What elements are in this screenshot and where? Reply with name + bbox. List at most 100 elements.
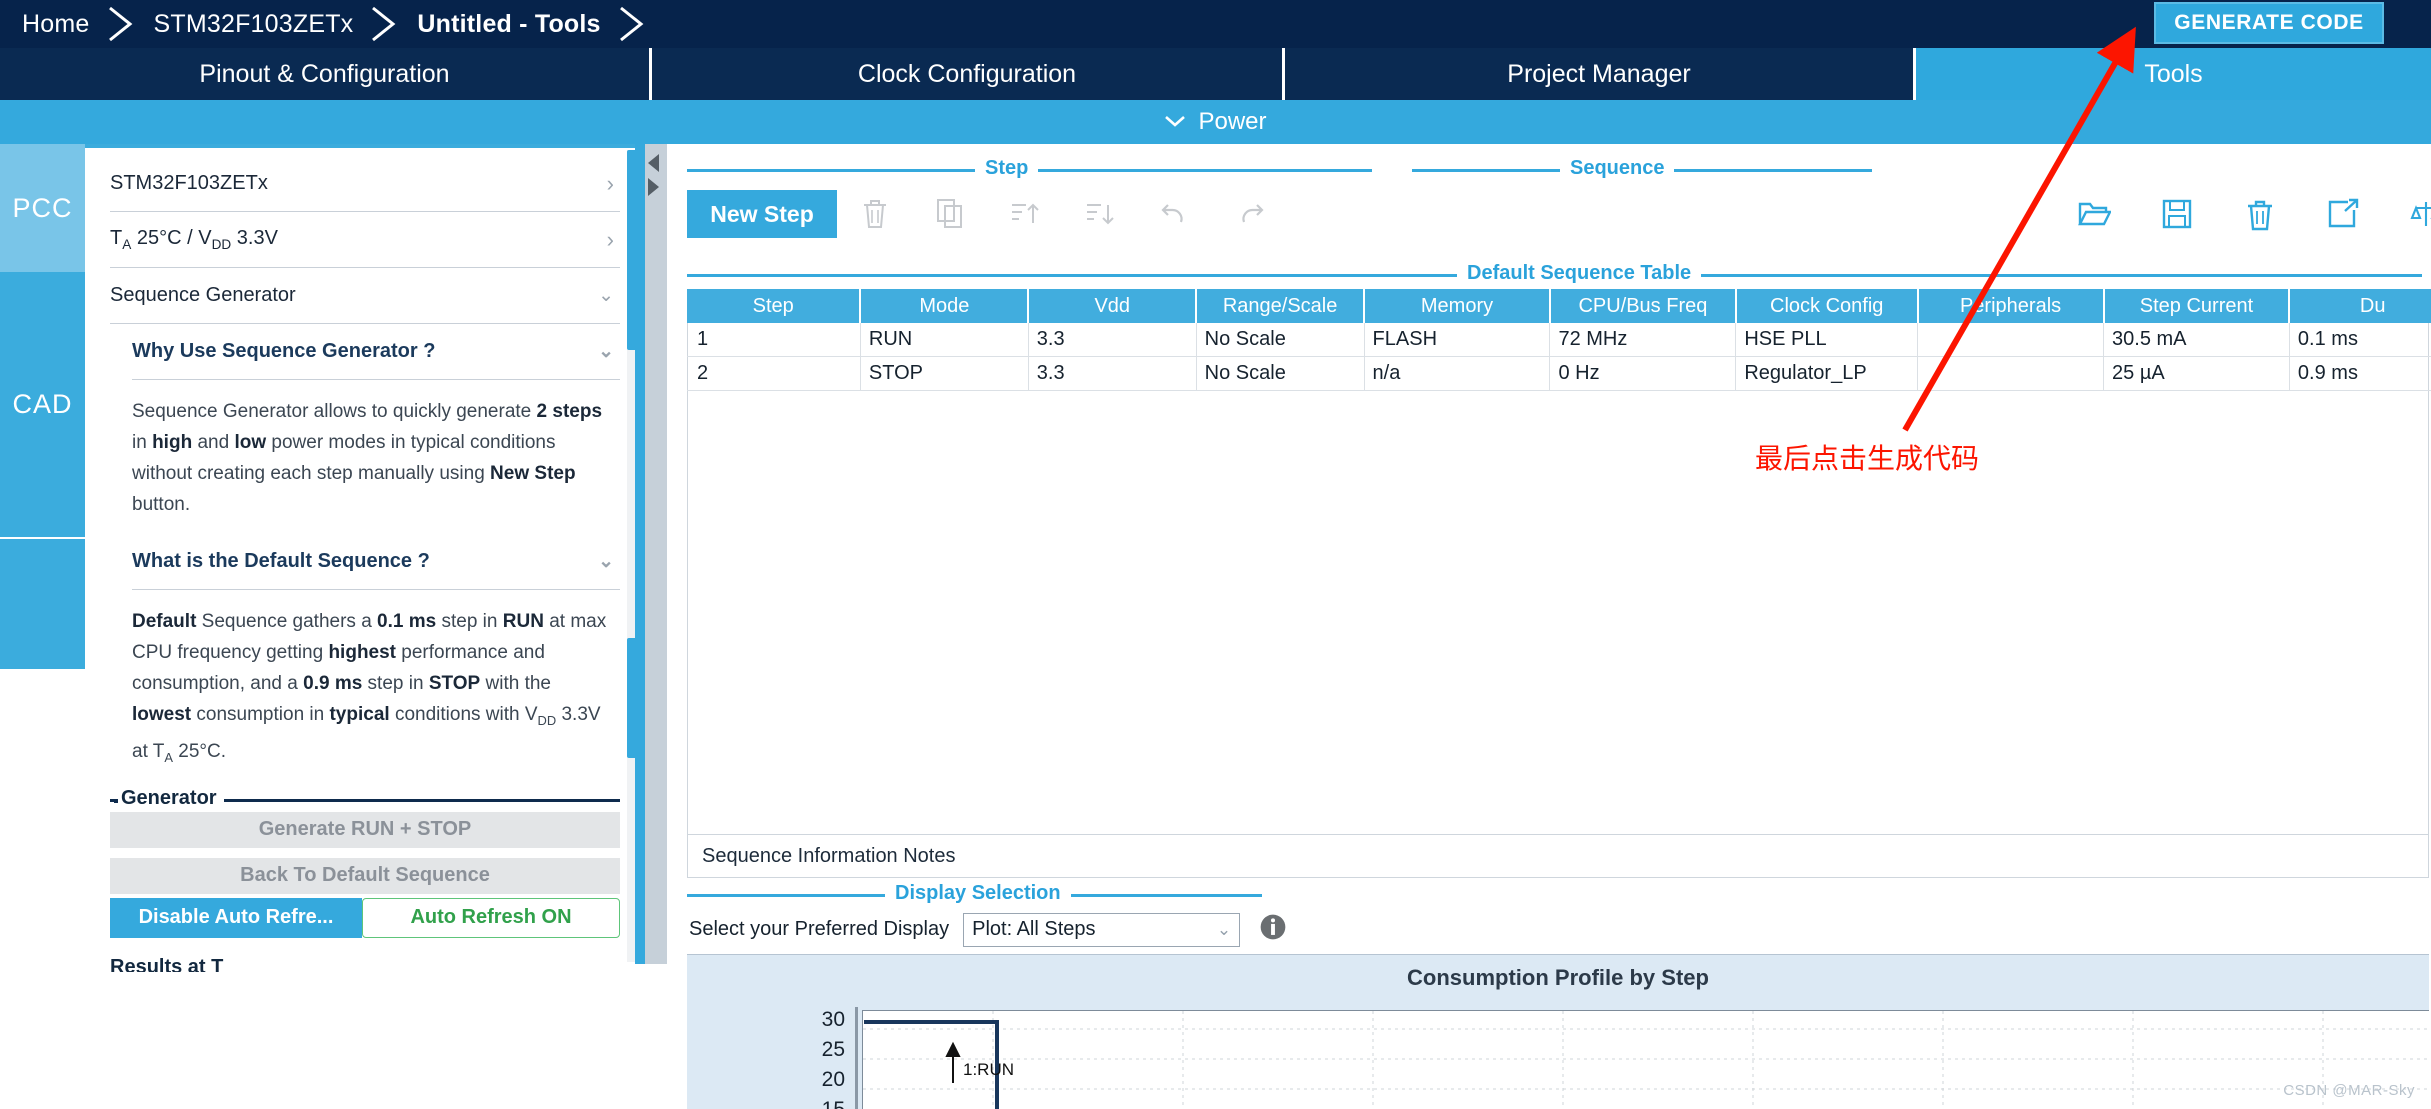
table-column-header[interactable]: Step Current [2103,289,2291,323]
display-info-icon[interactable] [1258,912,1288,947]
power-label: Power [1198,108,1267,135]
display-selection-group: Display Selection [687,882,1262,905]
table-column-header[interactable]: Du [2289,289,2431,323]
chevron-right-icon: › [606,226,614,252]
table-cell[interactable]: Regulator_LP [1735,356,1919,391]
export-sequence-icon[interactable] [2301,190,2384,238]
table-cell[interactable]: 25 µA [2103,356,2290,391]
move-step-up-icon[interactable] [987,190,1062,238]
generator-legend: Generator [114,786,224,810]
duplicate-step-icon[interactable] [912,190,987,238]
power-section-header[interactable]: Power [0,100,2431,144]
sequence-information-notes[interactable]: Sequence Information Notes [687,834,2429,878]
table-row[interactable]: 1 RUN 3.3 No Scale FLASH 72 MHz HSE PLL 30.5 mA… [687,323,2431,357]
undo-icon[interactable] [1137,190,1212,238]
tab-tools[interactable]: Tools [1916,48,2431,100]
sidebar-item-sequence-generator[interactable]: Sequence Generator ⌄ [110,268,620,324]
table-cell[interactable]: No Scale [1196,323,1365,357]
table-column-header[interactable]: Clock Config [1735,289,1919,323]
sidebar-item-what-is-default[interactable]: What is the Default Sequence ? ⌄ [132,534,620,590]
table-column-header[interactable]: Peripherals [1917,289,2105,323]
chevron-down-icon: ⌄ [598,551,614,572]
back-to-default-sequence-button[interactable]: Back To Default Sequence [110,857,620,894]
chart-svg: 1:RUN [863,1011,2429,1109]
breadcrumb-item-project[interactable]: Untitled - Tools [417,10,600,39]
table-header-row: Step Mode Vdd Range/Scale Memory CPU/Bus Freq… [687,289,2431,323]
table-cell[interactable] [1917,356,2105,391]
new-step-button[interactable]: New Step [687,190,837,238]
table-cell[interactable]: 30.5 mA [2103,323,2290,357]
generate-run-stop-button[interactable]: Generate RUN + STOP [110,811,620,848]
breadcrumb-chevron-icon [617,0,651,48]
table-column-header[interactable]: CPU/Bus Freq [1549,289,1737,323]
table-column-header[interactable]: Mode [860,289,1030,323]
collapse-left-arrow-icon[interactable] [648,154,659,172]
table-column-header[interactable]: Step [687,289,862,323]
expand-right-arrow-icon[interactable] [648,178,659,196]
splitter-accent [635,144,645,964]
sidebar-item-why-use[interactable]: Why Use Sequence Generator ? ⌄ [132,324,620,380]
table-cell[interactable]: 3.3 [1028,356,1197,391]
rail-tab-pcc[interactable]: PCC [0,144,85,272]
tab-project-manager[interactable]: Project Manager [1285,48,1916,100]
table-cell[interactable]: 2 [687,356,861,391]
main-tab-strip: Pinout & Configuration Clock Configurati… [0,48,2431,100]
annotation-text: 最后点击生成代码 [1755,443,1980,474]
table-cell[interactable]: 0 Hz [1549,356,1737,391]
table-cell[interactable]: HSE PLL [1735,323,1919,357]
save-sequence-icon[interactable] [2135,190,2218,238]
table-cell[interactable]: 72 MHz [1549,323,1737,357]
generate-code-button[interactable]: GENERATE CODE [2154,2,2384,44]
table-column-header[interactable]: Memory [1364,289,1551,323]
table-cell[interactable]: 0.1 ms [2289,323,2431,357]
sidebar-item-device[interactable]: STM32F103ZETx › [110,156,620,212]
left-rail: PCC CAD [0,144,85,964]
chart-y-axis [855,1007,858,1109]
display-selection-legend: Display Selection [885,882,1071,905]
disable-auto-refresh-button[interactable]: Disable Auto Refre... [110,897,362,938]
breadcrumb-item-mcu[interactable]: STM32F103ZETx [154,10,354,39]
stm32cubemx-window: Home STM32F103ZETx Untitled - Tools GENE… [0,0,2431,1109]
panel-splitter[interactable] [635,144,667,964]
table-cell[interactable]: No Scale [1196,356,1365,391]
table-column-header[interactable]: Vdd [1028,289,1198,323]
chevron-down-icon: ⌄ [1216,919,1232,939]
breadcrumb-item-home[interactable]: Home [22,10,90,39]
chart-plot-area: 1:RUN [862,1010,2429,1109]
open-sequence-icon[interactable] [2052,190,2135,238]
tab-clock-configuration[interactable]: Clock Configuration [652,48,1285,100]
breadcrumb-chevron-icon [106,0,140,48]
move-step-down-icon[interactable] [1062,190,1137,238]
table-cell[interactable]: 3.3 [1028,323,1197,357]
rail-tab-cad[interactable]: CAD [0,272,85,537]
default-sequence-body-text: Default Sequence gathers a 0.1 ms step i… [132,611,607,765]
table-cell[interactable]: 1 [687,323,861,357]
default-sequence-table: Step Mode Vdd Range/Scale Memory CPU/Bus Freq… [687,289,2431,391]
table-column-header[interactable]: Range/Scale [1196,289,1366,323]
sequence-toolbar [2052,190,2431,238]
preferred-display-value: Plot: All Steps [972,918,1096,940]
step-toolbar: New Step [687,190,1287,238]
chevron-down-icon [1164,112,1186,132]
watermark: CSDN @MAR-Sky [2283,1082,2415,1099]
delete-step-icon[interactable] [837,190,912,238]
sidebar-item-conditions[interactable]: TA 25°C / VDD 3.3V › [110,212,620,268]
sequence-table-legend: Default Sequence Table [1457,262,1702,285]
breadcrumb-bar: Home STM32F103ZETx Untitled - Tools GENE… [0,0,2431,48]
breadcrumb-label: STM32F103ZETx [153,9,354,38]
preferred-display-select[interactable]: Plot: All Steps ⌄ [963,912,1241,947]
table-cell[interactable]: 0.9 ms [2289,356,2431,391]
table-cell[interactable]: FLASH [1364,323,1551,357]
tab-pinout-configuration[interactable]: Pinout & Configuration [0,48,652,100]
chart-y-tick: 20 [821,1068,845,1091]
table-row[interactable]: 2 STOP 3.3 No Scale n/a 0 Hz Regulator_LP 25 µA… [687,356,2431,391]
chart-title: Consumption Profile by Step [1407,965,1709,990]
compare-sequence-icon[interactable] [2384,190,2431,238]
table-cell[interactable]: RUN [860,323,1029,357]
redo-icon[interactable] [1212,190,1287,238]
delete-sequence-icon[interactable] [2218,190,2301,238]
table-cell[interactable]: n/a [1364,356,1551,391]
table-cell[interactable]: STOP [860,356,1029,391]
table-cell[interactable] [1917,323,2105,357]
sequence-group-label: Sequence [1560,157,1675,180]
